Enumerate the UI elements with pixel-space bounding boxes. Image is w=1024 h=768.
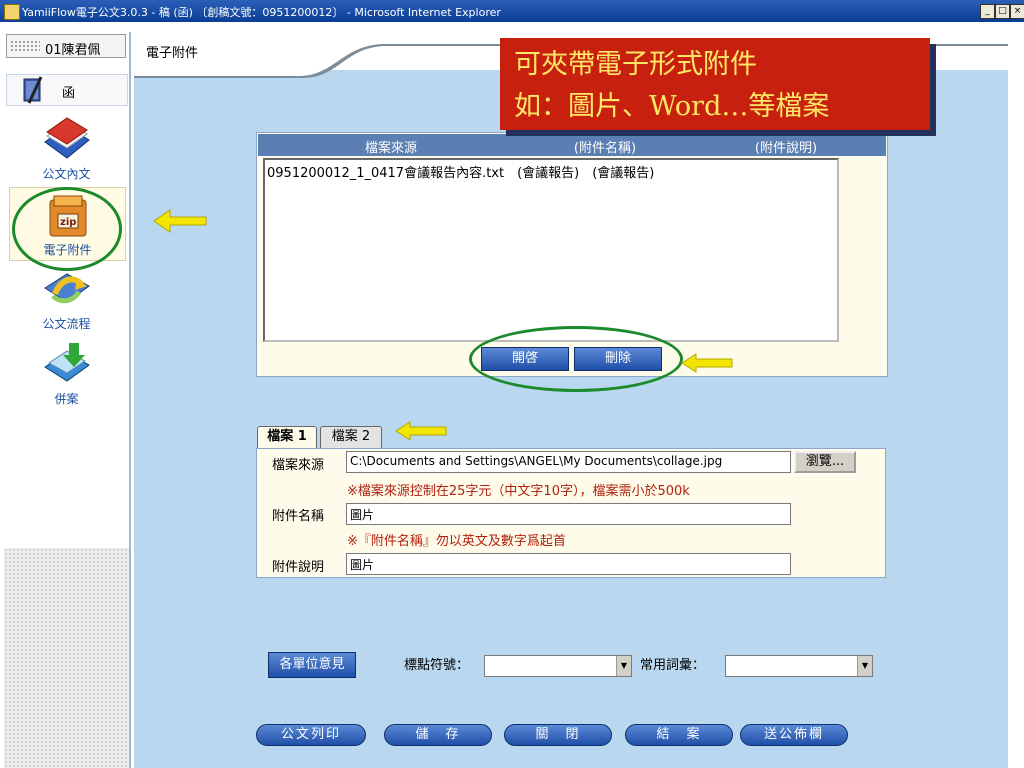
- source-path-input[interactable]: C:\Documents and Settings\ANGEL\My Docum…: [346, 451, 791, 473]
- column-header-name: (附件名稱): [573, 141, 637, 156]
- phrases-label: 常用詞彙：: [640, 658, 706, 673]
- document-stack-icon: [44, 117, 90, 159]
- punctuation-select[interactable]: ▼: [484, 655, 632, 677]
- callout-annotation: 可夾帶電子形式附件 如：圖片、Word…等檔案: [500, 38, 930, 130]
- pointer-arrow-icon: [395, 421, 447, 441]
- column-header-source: 檔案來源: [364, 141, 417, 156]
- dropdown-arrow-icon[interactable]: ▼: [857, 656, 872, 676]
- save-button[interactable]: 儲 存: [384, 724, 492, 746]
- sidebar-item-label: 公文內文: [42, 167, 91, 181]
- name-note: ※『附件名稱』勿以英文及數字爲起首: [347, 534, 566, 549]
- close-button[interactable]: 關 閉: [504, 724, 612, 746]
- ie-app-icon: [4, 4, 20, 20]
- grip-icon: [10, 40, 40, 52]
- tab-file-1[interactable]: 檔案 1: [257, 426, 317, 448]
- unit-opinions-button[interactable]: 各單位意見: [268, 652, 356, 678]
- svg-text:zip: zip: [60, 217, 76, 228]
- right-edge: [1008, 22, 1024, 768]
- open-attachment-button[interactable]: 開啓: [481, 347, 569, 371]
- minimize-button[interactable]: _: [980, 4, 995, 19]
- sidebar-item-attachments[interactable]: zip 電子附件: [9, 187, 126, 261]
- punctuation-label: 標點符號：: [404, 658, 470, 673]
- window-titlebar: YamiiFlow電子公文3.0.3 - 稿 (函) 〔創稿文號：0951200…: [0, 0, 1024, 22]
- description-label: 附件說明: [272, 560, 325, 575]
- sidebar-item-merge-cases[interactable]: 併案: [9, 337, 124, 409]
- attachment-list-header: 檔案來源 (附件名稱) (附件說明): [258, 134, 886, 156]
- sidebar-item-document-content[interactable]: 公文內文: [9, 112, 124, 184]
- close-case-button[interactable]: 結 案: [625, 724, 733, 746]
- callout-line-1: 可夾帶電子形式附件: [514, 49, 757, 80]
- sidebar-dotted-area: [4, 548, 129, 768]
- page-heading: 電子附件: [146, 46, 199, 61]
- delete-attachment-button[interactable]: 刪除: [574, 347, 662, 371]
- sidebar-item-label: 電子附件: [43, 243, 92, 257]
- maximize-button[interactable]: □: [995, 4, 1010, 19]
- user-name: 01陳君佩: [45, 43, 101, 58]
- sidebar-item-workflow[interactable]: 公文流程: [9, 262, 124, 334]
- source-note: ※檔案來源控制在25字元（中文字10字），檔案需小於500k: [347, 484, 690, 499]
- doc-type-label: 函: [62, 86, 76, 101]
- close-window-button[interactable]: ×: [1010, 4, 1024, 19]
- print-document-button[interactable]: 公文列印: [256, 724, 366, 746]
- attachment-listbox[interactable]: 0951200012_1_0417會議報告內容.txt (會議報告) (會議報告…: [263, 158, 839, 342]
- flow-arrows-icon: [44, 273, 90, 304]
- notebook-pen-icon: [23, 76, 43, 104]
- pointer-arrow-icon: [681, 353, 733, 373]
- browse-button[interactable]: 瀏覽...: [794, 451, 856, 473]
- user-box[interactable]: 01陳君佩: [6, 34, 126, 58]
- callout-line-2: 如：圖片、Word…等檔案: [514, 91, 830, 122]
- list-item[interactable]: 0951200012_1_0417會議報告內容.txt (會議報告) (會議報告…: [267, 162, 835, 181]
- tab-file-2[interactable]: 檔案 2: [320, 426, 382, 448]
- attachment-description-input[interactable]: 圖片: [346, 553, 791, 575]
- source-label: 檔案來源: [272, 458, 325, 473]
- zip-folder-icon: zip: [49, 195, 87, 237]
- merge-download-icon: [44, 343, 90, 382]
- window-title: YamiiFlow電子公文3.0.3 - 稿 (函) 〔創稿文號：0951200…: [22, 6, 501, 19]
- sidebar-item-label: 公文流程: [42, 317, 91, 331]
- pointer-arrow-icon: [153, 209, 207, 233]
- phrases-select[interactable]: ▼: [725, 655, 873, 677]
- attachment-name-input[interactable]: 圖片: [346, 503, 791, 525]
- name-label: 附件名稱: [272, 509, 325, 524]
- column-header-description: (附件說明): [754, 141, 818, 156]
- post-bulletin-button[interactable]: 送公佈欄: [740, 724, 848, 746]
- dropdown-arrow-icon[interactable]: ▼: [616, 656, 631, 676]
- doc-type-box: 函: [6, 74, 128, 106]
- sidebar-item-label: 併案: [54, 392, 79, 406]
